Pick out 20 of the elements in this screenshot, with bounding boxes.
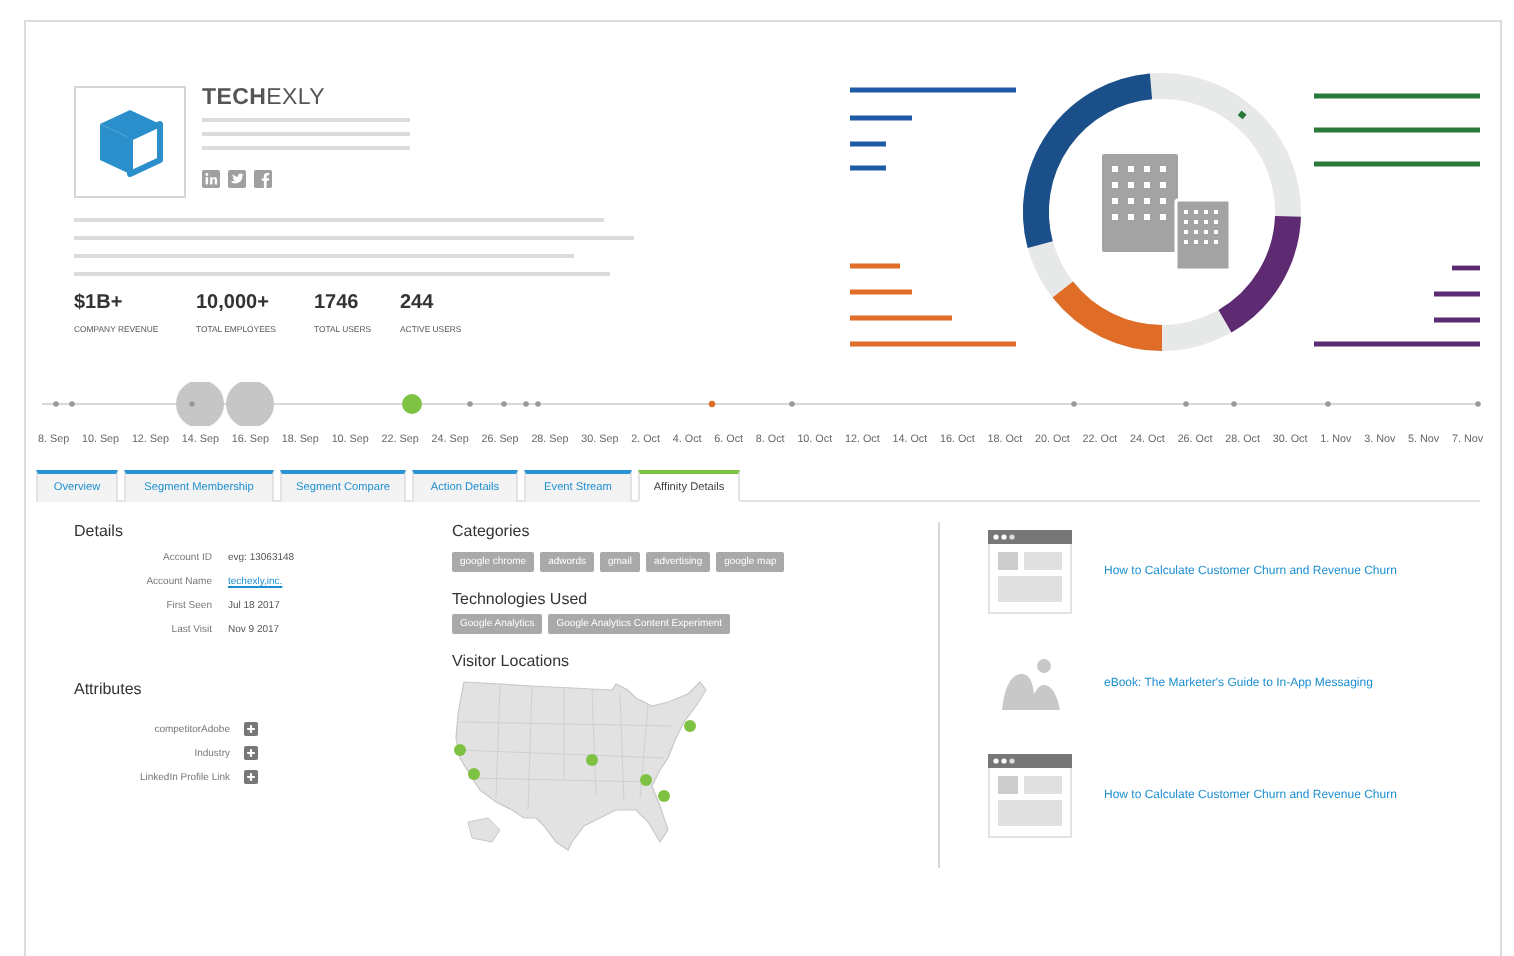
plus-icon[interactable] <box>244 770 258 784</box>
section-heading: Technologies Used <box>452 590 590 608</box>
facebook-icon[interactable] <box>254 170 272 188</box>
section-heading: Attributes <box>74 680 144 698</box>
stat-value: $1B+ <box>74 292 125 314</box>
company-name: TECHEXLY <box>202 86 327 110</box>
section-heading: Categories <box>452 522 532 540</box>
document-icon <box>988 754 1072 838</box>
buildings-icon <box>1102 154 1232 272</box>
document-icon <box>988 530 1072 614</box>
section-heading: Visitor Locations <box>452 652 572 670</box>
plus-icon[interactable] <box>244 746 258 760</box>
stat-value: 244 <box>400 292 436 314</box>
linkedin-icon[interactable] <box>202 170 220 188</box>
bird-icon[interactable] <box>228 170 246 188</box>
stat-value: 1746 <box>314 292 361 314</box>
logo-icon <box>74 86 186 198</box>
stat-value: 10,000+ <box>196 292 271 314</box>
section-heading: Details <box>74 522 125 540</box>
plus-icon[interactable] <box>244 722 258 736</box>
